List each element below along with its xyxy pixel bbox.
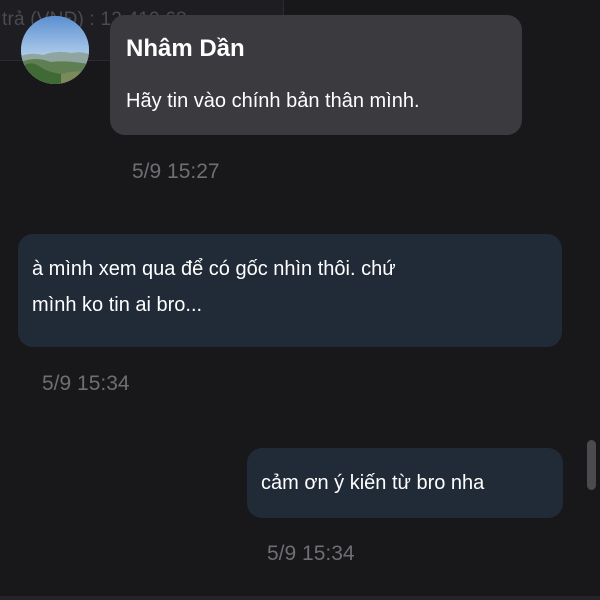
message-text-line: mình ko tin ai bro... [32, 294, 203, 316]
bottom-edge [0, 596, 600, 600]
message-timestamp: 5/9 15:27 [132, 160, 220, 183]
message-timestamp: 5/9 15:34 [267, 542, 355, 565]
sender-name[interactable]: Nhâm Dần [126, 35, 245, 63]
message-bubble[interactable]: à mình xem qua để có gốc nhìn thôi. chứ … [18, 234, 562, 347]
message-text-line: à mình xem qua để có gốc nhìn thôi. chứ [32, 258, 396, 280]
incoming-message-bubble[interactable]: Nhâm Dần Hãy tin vào chính bản thân mình… [110, 15, 522, 135]
message-timestamp: 5/9 15:34 [42, 372, 130, 395]
avatar[interactable] [21, 16, 89, 84]
message-text: Hãy tin vào chính bản thân mình. [126, 90, 420, 112]
scrollbar-thumb[interactable] [587, 440, 596, 490]
message-text: à mình xem qua để có gốc nhìn thôi. chứ … [32, 251, 552, 323]
outgoing-message-bubble[interactable]: cảm ơn ý kiến từ bro nha [247, 448, 563, 518]
message-text: cảm ơn ý kiến từ bro nha [261, 472, 485, 494]
avatar-landscape-image [21, 16, 89, 84]
chat-pane: trả (VNĐ) : 12.410,68 Nhâm Dần Hãy tin v… [0, 0, 600, 600]
